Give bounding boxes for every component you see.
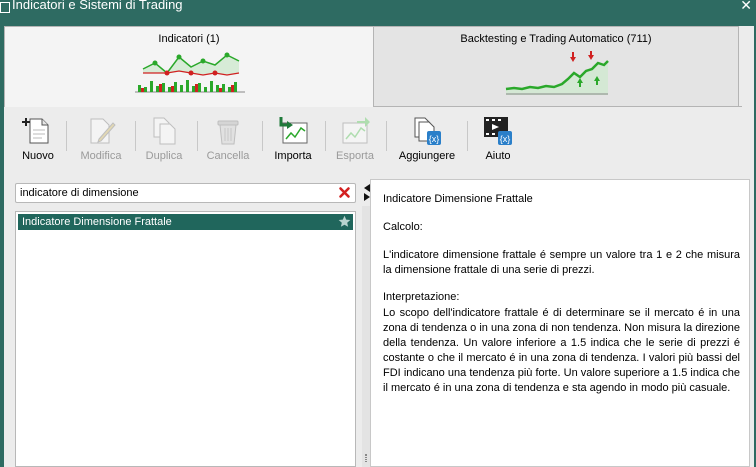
- toolbar-separator: [386, 121, 387, 151]
- toolbar-separator: [66, 121, 67, 151]
- indicator-list: Indicatore Dimensione Frattale: [15, 211, 356, 467]
- cancella-button[interactable]: Cancella: [204, 115, 252, 167]
- tab-backtesting[interactable]: Backtesting e Trading Automatico (711): [373, 26, 739, 106]
- clear-search-icon[interactable]: [338, 186, 351, 199]
- aiuto-label: Aiuto: [485, 150, 511, 162]
- description-panel: Indicatore Dimensione Frattale Calcolo: …: [370, 179, 750, 467]
- window-title: Indicatori e Sistemi di Trading: [12, 0, 183, 12]
- cancella-label: Cancella: [206, 150, 250, 162]
- list-item[interactable]: Indicatore Dimensione Frattale: [18, 214, 353, 230]
- duplica-button[interactable]: Duplica: [141, 115, 187, 167]
- toolbar-separator: [262, 121, 263, 151]
- modifica-label: Modifica: [80, 150, 122, 162]
- description-title: Indicatore Dimensione Frattale: [383, 193, 533, 205]
- toolbar-separator: [467, 121, 468, 151]
- duplica-label: Duplica: [145, 150, 183, 162]
- nuovo-label: Nuovo: [22, 150, 54, 162]
- toolbar: Nuovo Modifica Duplica Cancella Importa …: [4, 115, 754, 167]
- interp-text: Lo scopo dell'indicatore frattale é di d…: [383, 307, 740, 394]
- edit-icon: [90, 118, 116, 144]
- toolbar-separator: [135, 121, 136, 151]
- duplicate-icon: [153, 117, 176, 145]
- calc-text: L'indicatore dimensione frattale é sempr…: [383, 249, 740, 276]
- esporta-label: Esporta: [336, 150, 374, 162]
- svg-text:{x}: {x}: [500, 134, 511, 144]
- new-document-icon: [22, 118, 49, 144]
- toolbar-separator: [325, 121, 326, 151]
- trash-icon: [217, 120, 239, 145]
- panel-splitter[interactable]: [362, 206, 370, 467]
- aiuto-button[interactable]: {x} Aiuto: [478, 115, 518, 167]
- aggiungere-button[interactable]: {x} Aggiungere: [397, 115, 457, 167]
- importa-button[interactable]: Importa: [270, 115, 316, 167]
- main-area: Indicatori (1) Backtesting e Trading Aut…: [0, 16, 756, 467]
- window-icon: [0, 2, 10, 13]
- calc-heading: Calcolo:: [383, 221, 423, 233]
- tab-backtesting-label: Backtesting e Trading Automatico (711): [460, 33, 652, 45]
- toolbar-separator: [197, 121, 198, 151]
- list-item-label: Indicatore Dimensione Frattale: [22, 216, 172, 228]
- tab-indicatori-label: Indicatori (1): [158, 33, 220, 45]
- backtest-chart-icon: [505, 51, 609, 95]
- star-icon[interactable]: [338, 215, 351, 228]
- tab-indicatori[interactable]: Indicatori (1): [4, 26, 374, 107]
- title-bar: Indicatori e Sistemi di Trading ✕: [0, 0, 756, 16]
- splitter-grip[interactable]: [365, 454, 367, 462]
- tab-divider: [373, 106, 742, 107]
- importa-label: Importa: [274, 150, 312, 162]
- nuovo-button[interactable]: Nuovo: [18, 115, 58, 167]
- content-panel: Indicatori (1) Backtesting e Trading Aut…: [4, 26, 754, 467]
- add-code-icon: {x}: [414, 117, 441, 145]
- modifica-button[interactable]: Modifica: [78, 115, 124, 167]
- search-input[interactable]: [20, 186, 330, 200]
- indicator-chart-icon: [135, 52, 245, 93]
- close-icon[interactable]: ✕: [740, 0, 752, 13]
- interp-heading: Interpretazione:: [383, 291, 460, 303]
- svg-text:{x}: {x}: [429, 134, 440, 144]
- aggiungere-label: Aggiungere: [398, 150, 456, 162]
- import-icon: [279, 117, 308, 144]
- search-box: [15, 183, 356, 203]
- export-icon: [342, 117, 370, 144]
- esporta-button[interactable]: Esporta: [332, 115, 378, 167]
- video-help-icon: {x}: [484, 117, 512, 145]
